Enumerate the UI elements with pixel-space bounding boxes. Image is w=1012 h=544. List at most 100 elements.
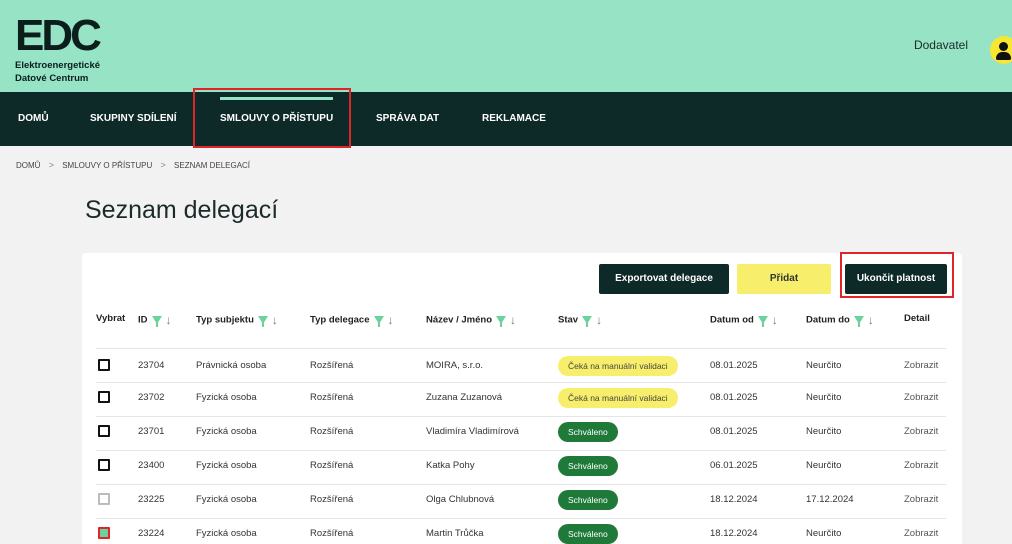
row-divider [96, 348, 946, 349]
filter-icon[interactable] [373, 316, 384, 327]
detail-link[interactable]: Zobrazit [904, 460, 938, 471]
cell-date-to: 17.12.2024 [806, 494, 854, 505]
detail-link[interactable]: Zobrazit [904, 494, 938, 505]
breadcrumb-domu[interactable]: DOMŮ [16, 161, 40, 170]
cell-delegation-type: Rozšířená [310, 360, 354, 371]
row-select-checkbox[interactable] [98, 391, 110, 403]
export-delegations-button[interactable]: Exportovat delegace [599, 264, 729, 294]
th-datum-do-label: Datum do [806, 314, 850, 326]
sort-arrow-icon[interactable]: ↓ [596, 313, 602, 327]
cell-delegation-type: Rozšířená [310, 392, 354, 403]
cell-subject-type: Fyzická osoba [196, 528, 257, 539]
filter-icon[interactable] [853, 316, 864, 327]
main-navigation: DOMŮ SKUPINY SDÍLENÍ SMLOUVY O PŘÍSTUPU … [0, 92, 1012, 146]
status-badge: Schváleno [558, 490, 618, 510]
cell-date-to: Neurčito [806, 392, 842, 403]
add-button[interactable]: Přidat [737, 264, 831, 294]
row-select-checkbox[interactable] [98, 527, 110, 539]
th-typ-delegace-label: Typ delegace [310, 314, 370, 326]
th-datum-do[interactable]: Datum do ↓ [806, 313, 874, 327]
sort-arrow-icon[interactable]: ↓ [166, 313, 172, 327]
status-badge: Čeká na manuální validaci [558, 388, 678, 408]
th-detail-label: Detail [904, 313, 930, 324]
logo-line-1: Elektroenergetické [15, 60, 101, 71]
cell-delegation-type: Rozšířená [310, 460, 354, 471]
th-stav[interactable]: Stav ↓ [558, 313, 602, 327]
th-id[interactable]: ID ↓ [138, 313, 172, 327]
user-name[interactable]: Dodavatel [914, 38, 968, 52]
filter-icon[interactable] [151, 316, 162, 327]
nav-item-sprava-dat[interactable]: SPRÁVA DAT [376, 92, 439, 146]
cell-id: 23704 [138, 360, 165, 371]
th-vybrat-label: Vybrat [96, 313, 126, 324]
filter-icon[interactable] [496, 316, 506, 327]
avatar-head [999, 42, 1008, 51]
cell-subject-type: Fyzická osoba [196, 426, 257, 437]
cell-id: 23400 [138, 460, 165, 471]
detail-link[interactable]: Zobrazit [904, 392, 938, 403]
logo-mark: EDC [15, 11, 102, 60]
row-select-checkbox[interactable] [98, 425, 110, 437]
th-typ-delegace[interactable]: Typ delegace ↓ [310, 313, 394, 327]
cell-subject-type: Právnická osoba [196, 360, 267, 371]
status-badge: Schváleno [558, 524, 618, 544]
th-datum-od[interactable]: Datum od ↓ [710, 313, 778, 327]
nav-highlight-box [193, 88, 351, 148]
sort-arrow-icon[interactable]: ↓ [868, 313, 874, 327]
detail-link[interactable]: Zobrazit [904, 426, 938, 437]
nav-item-reklamace[interactable]: REKLAMACE [482, 92, 546, 146]
row-divider [96, 382, 946, 383]
cell-id: 23224 [138, 528, 165, 539]
cell-subject-type: Fyzická osoba [196, 460, 257, 471]
status-badge: Čeká na manuální validaci [558, 356, 678, 376]
cell-date-from: 08.01.2025 [710, 360, 758, 371]
row-select-checkbox[interactable] [98, 359, 110, 371]
sort-arrow-icon[interactable]: ↓ [388, 313, 394, 327]
nav-item-skupiny-sdileni[interactable]: SKUPINY SDÍLENÍ [90, 92, 177, 146]
cell-date-from: 08.01.2025 [710, 392, 758, 403]
cell-date-to: Neurčito [806, 460, 842, 471]
cell-name: Vladimíra Vladimírová [426, 426, 519, 437]
sort-arrow-icon[interactable]: ↓ [772, 313, 778, 327]
breadcrumb: DOMŮ > SMLOUVY O PŘÍSTUPU > SEZNAM DELEG… [16, 160, 256, 170]
th-vybrat: Vybrat [96, 313, 125, 324]
detail-link[interactable]: Zobrazit [904, 360, 938, 371]
cell-delegation-type: Rozšířená [310, 494, 354, 505]
cell-name: Zuzana Zuzanová [426, 392, 503, 403]
sort-arrow-icon[interactable]: ↓ [510, 313, 516, 327]
th-detail: Detail [904, 313, 930, 324]
th-nazev-jmeno-label: Název / Jméno [426, 314, 492, 326]
top-header: EDC Elektroenergetické Datové Centrum Do… [0, 0, 1012, 92]
cell-id: 23225 [138, 494, 165, 505]
th-typ-subjektu[interactable]: Typ subjektu ↓ [196, 313, 278, 327]
filter-icon[interactable] [757, 316, 768, 327]
th-typ-subjektu-label: Typ subjektu [196, 314, 254, 326]
cell-name: Olga Chlubnová [426, 494, 495, 505]
breadcrumb-chevron-icon: > [160, 160, 166, 170]
detail-link[interactable]: Zobrazit [904, 528, 938, 539]
cell-id: 23702 [138, 392, 165, 403]
th-id-label: ID [138, 314, 148, 326]
cell-subject-type: Fyzická osoba [196, 494, 257, 505]
th-datum-od-label: Datum od [710, 314, 754, 326]
cell-date-from: 06.01.2025 [710, 460, 758, 471]
edc-logo[interactable]: EDC Elektroenergetické Datové Centrum [15, 11, 102, 84]
breadcrumb-chevron-icon: > [48, 160, 54, 170]
user-avatar-icon[interactable] [990, 36, 1012, 64]
cell-name: Martin Trůčka [426, 528, 484, 539]
filter-icon[interactable] [257, 316, 268, 327]
th-nazev-jmeno[interactable]: Název / Jméno ↓ [426, 313, 516, 327]
breadcrumb-smlouvy[interactable]: SMLOUVY O PŘÍSTUPU [62, 161, 152, 170]
cell-delegation-type: Rozšířená [310, 528, 354, 539]
cell-date-from: 08.01.2025 [710, 426, 758, 437]
row-select-checkbox[interactable] [98, 459, 110, 471]
nav-item-domu[interactable]: DOMŮ [18, 92, 49, 146]
filter-icon[interactable] [582, 316, 593, 327]
sort-arrow-icon[interactable]: ↓ [272, 313, 278, 327]
row-divider [96, 450, 946, 451]
cell-date-to: Neurčito [806, 528, 842, 539]
cell-date-from: 18.12.2024 [710, 528, 758, 539]
cell-subject-type: Fyzická osoba [196, 392, 257, 403]
row-select-checkbox [98, 493, 110, 505]
row-divider [96, 484, 946, 485]
